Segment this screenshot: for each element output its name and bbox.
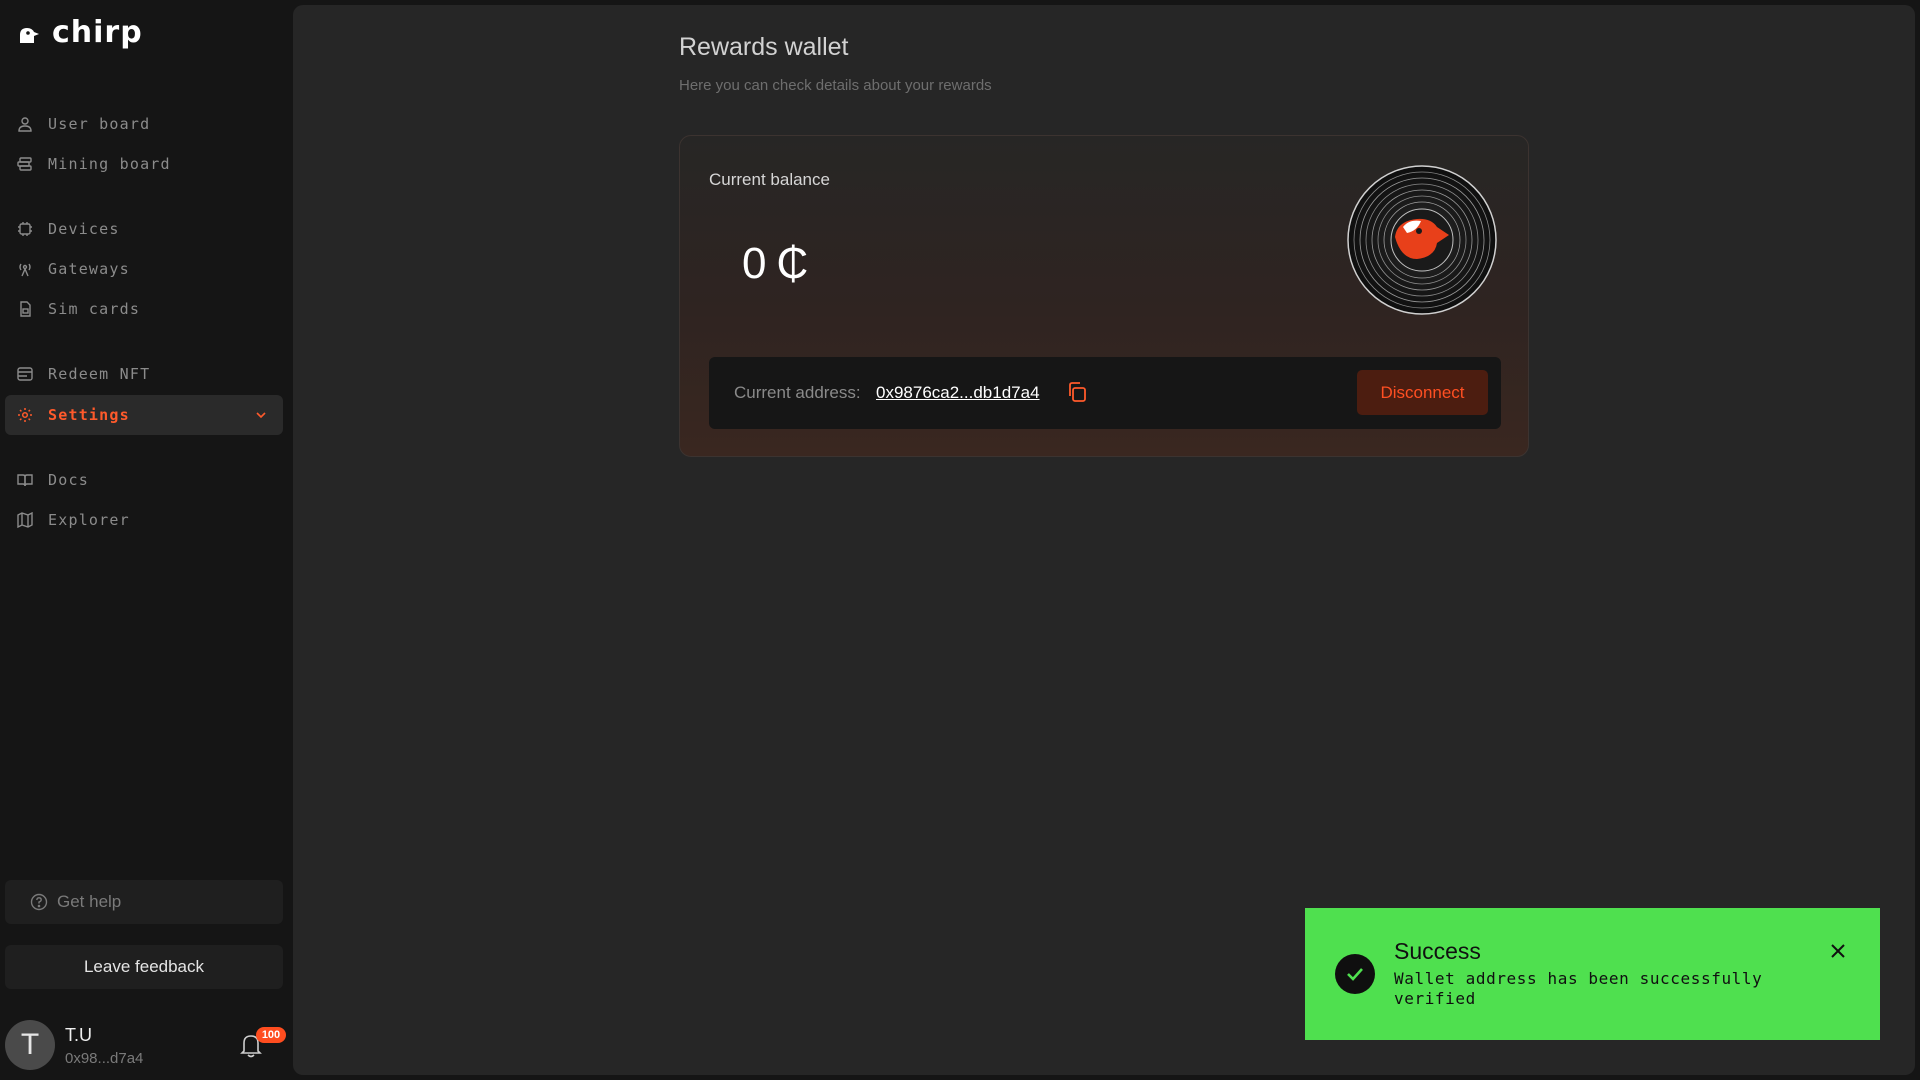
logo-text: chirp bbox=[52, 15, 143, 50]
address-link[interactable]: 0x9876ca2...db1d7a4 bbox=[876, 383, 1040, 403]
chirp-bird-icon bbox=[20, 28, 39, 43]
success-toast: Success Wallet address has been successf… bbox=[1305, 908, 1880, 1040]
avatar[interactable]: T bbox=[5, 1020, 55, 1070]
toast-message: Wallet address has been successfully ver… bbox=[1394, 969, 1763, 1008]
map-icon bbox=[16, 511, 34, 529]
chevron-down-icon bbox=[256, 412, 266, 419]
balance-label: Current balance bbox=[709, 170, 830, 189]
sidebar-item-redeem-nft[interactable]: Redeem NFT bbox=[5, 354, 283, 394]
address-label: Current address: bbox=[734, 383, 861, 402]
user-address: 0x98...d7a4 bbox=[65, 1050, 144, 1067]
user-name: T.U bbox=[65, 1025, 92, 1045]
balance-card: Current balance 0 ₵ Current address: 0x9… bbox=[679, 135, 1529, 457]
get-help-button[interactable]: Get help bbox=[5, 880, 283, 924]
balance-value: 0 bbox=[742, 239, 767, 288]
toast-title: Success bbox=[1394, 938, 1481, 964]
sidebar-item-explorer[interactable]: Explorer bbox=[5, 500, 283, 540]
user-profile[interactable]: T T.U 0x98...d7a4 100 bbox=[5, 1020, 286, 1070]
gear-icon bbox=[16, 406, 34, 424]
get-help-label: Get help bbox=[57, 892, 122, 911]
sidebar-item-label: Sim cards bbox=[48, 300, 141, 318]
book-icon bbox=[16, 471, 34, 489]
page-title: Rewards wallet bbox=[679, 33, 849, 61]
leave-feedback-button[interactable]: Leave feedback bbox=[5, 945, 283, 989]
notification-badge: 100 bbox=[256, 1027, 286, 1043]
help-circle-icon bbox=[30, 893, 48, 911]
logo[interactable]: chirp bbox=[18, 15, 143, 50]
sidebar-item-settings[interactable]: Settings bbox=[5, 395, 283, 435]
balance-display: 0 ₵ bbox=[742, 239, 808, 289]
leave-feedback-label: Leave feedback bbox=[83, 957, 205, 976]
sidebar: chirp User board Mining board Devices Ga… bbox=[0, 0, 293, 1080]
address-bar: Current address: 0x9876ca2...db1d7a4 Dis… bbox=[709, 357, 1501, 429]
nft-icon bbox=[16, 365, 34, 383]
page-subtitle: Here you can check details about your re… bbox=[679, 77, 992, 94]
sidebar-item-label: Explorer bbox=[48, 511, 130, 529]
copy-icon[interactable] bbox=[1066, 381, 1088, 403]
sidebar-item-sim-cards[interactable]: Sim cards bbox=[5, 289, 283, 329]
check-icon bbox=[1335, 954, 1375, 994]
stack-icon bbox=[16, 155, 34, 173]
close-icon[interactable] bbox=[1829, 942, 1847, 960]
sim-card-icon bbox=[16, 300, 34, 318]
sidebar-item-label: Gateways bbox=[48, 260, 130, 278]
currency-symbol: ₵ bbox=[776, 239, 809, 288]
sidebar-item-label: Docs bbox=[48, 471, 89, 489]
sidebar-item-mining-board[interactable]: Mining board bbox=[5, 144, 283, 184]
sidebar-item-devices[interactable]: Devices bbox=[5, 209, 283, 249]
chip-icon bbox=[16, 220, 34, 238]
sidebar-item-user-board[interactable]: User board bbox=[5, 104, 283, 144]
sidebar-item-label: User board bbox=[48, 115, 151, 133]
antenna-icon bbox=[16, 260, 34, 278]
disconnect-button[interactable]: Disconnect bbox=[1357, 370, 1488, 415]
sidebar-item-label: Settings bbox=[48, 406, 130, 424]
sidebar-item-label: Mining board bbox=[48, 155, 171, 173]
sidebar-item-label: Redeem NFT bbox=[48, 365, 151, 383]
chirp-coin-icon bbox=[1347, 165, 1497, 315]
sidebar-item-docs[interactable]: Docs bbox=[5, 460, 283, 500]
sidebar-item-gateways[interactable]: Gateways bbox=[5, 249, 283, 289]
sidebar-item-label: Devices bbox=[48, 220, 120, 238]
user-icon bbox=[16, 115, 34, 133]
